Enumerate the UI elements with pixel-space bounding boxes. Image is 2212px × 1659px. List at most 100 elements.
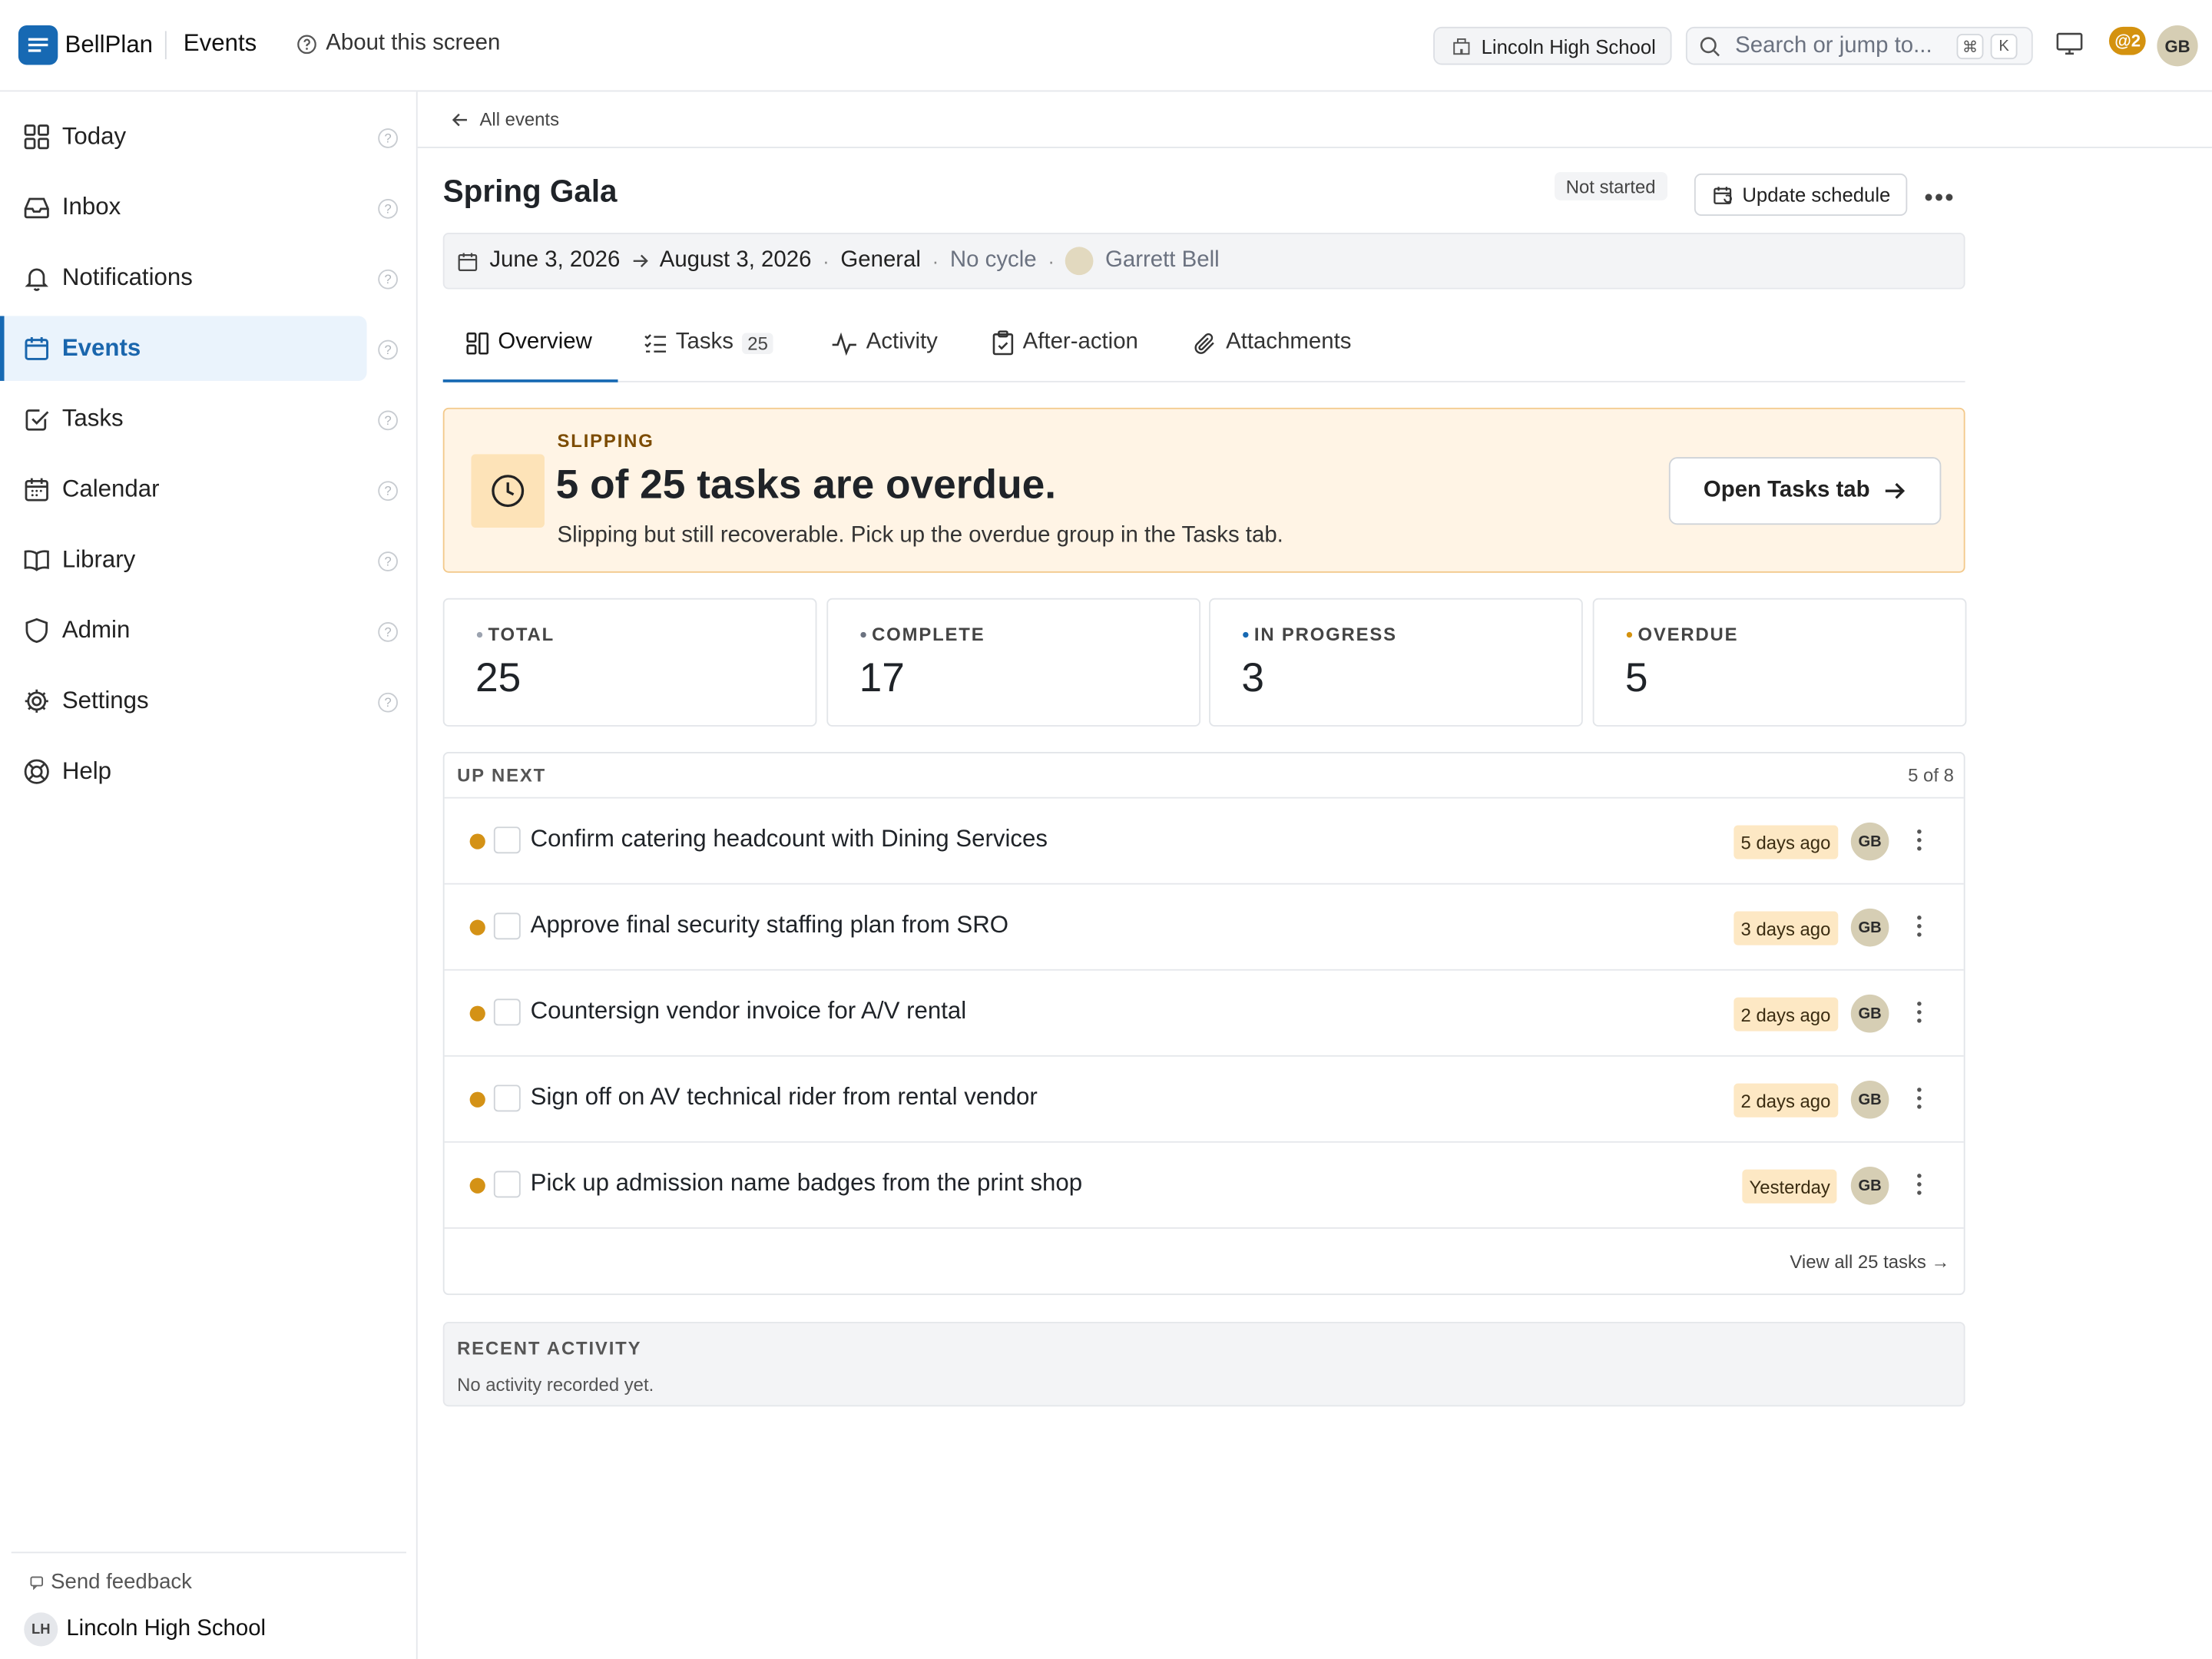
recent-activity-panel: RECENT ACTIVITY No activity recorded yet… <box>442 1322 1965 1407</box>
paperclip-icon <box>1194 332 1214 353</box>
task-checkbox[interactable] <box>493 998 521 1026</box>
section-title: RECENT ACTIVITY <box>457 1337 642 1359</box>
stat-label-text: IN PROGRESS <box>1253 623 1397 645</box>
table-row[interactable]: Pick up admission name badges from the p… <box>444 1143 1964 1229</box>
sidebar-item-today[interactable]: Today <box>5 104 367 169</box>
sidebar-item-events[interactable]: Events <box>0 316 367 381</box>
due-badge: 2 days ago <box>1734 1083 1838 1118</box>
search-input[interactable]: Search or jump to... ⌘ K <box>1685 26 2033 65</box>
sidebar-item-calendar[interactable]: Calendar <box>5 457 367 522</box>
help-hint-icon[interactable]: ? <box>378 410 398 431</box>
calendar-icon <box>25 336 48 360</box>
row-more-icon[interactable] <box>1917 1174 1922 1199</box>
sidebar-item-label: Admin <box>61 616 131 644</box>
task-title[interactable]: Confirm catering headcount with Dining S… <box>531 825 1048 853</box>
stat-dot <box>476 631 483 637</box>
event-category[interactable]: General <box>840 248 921 273</box>
sidebar-item-notifications[interactable]: Notifications <box>5 246 367 310</box>
table-row[interactable]: Countersign vendor invoice for A/V renta… <box>444 971 1964 1057</box>
task-checkbox[interactable] <box>493 826 521 854</box>
row-more-icon[interactable] <box>1917 916 1922 941</box>
view-all-tasks-link[interactable]: View all 25 tasks → <box>1790 1251 1949 1273</box>
sidebar-item-settings[interactable]: Settings <box>5 669 367 733</box>
help-hint-icon[interactable]: ? <box>378 198 398 219</box>
row-more-icon[interactable] <box>1917 1002 1922 1027</box>
sidebar-item-label: Events <box>61 334 141 362</box>
section-title: UP NEXT <box>457 764 547 786</box>
assignee-avatar[interactable]: GB <box>1850 822 1889 861</box>
row-more-icon[interactable] <box>1917 830 1922 855</box>
app-root: BellPlan Events About this screen Lincol… <box>0 0 2212 1659</box>
kbd-k: K <box>1990 34 2018 60</box>
help-hint-icon[interactable]: ? <box>378 269 398 290</box>
school-switcher[interactable]: Lincoln High School <box>1433 26 1672 65</box>
event-cycle[interactable]: No cycle <box>950 248 1037 273</box>
logo-icon[interactable] <box>18 25 58 65</box>
stat-card-overdue: OVERDUE 5 <box>1592 598 1967 727</box>
help-hint-icon[interactable]: ? <box>378 551 398 571</box>
task-checkbox[interactable] <box>493 912 521 940</box>
update-schedule-button[interactable]: Update schedule <box>1694 173 1908 217</box>
send-feedback-link[interactable]: Send feedback <box>30 1570 192 1594</box>
help-hint-icon[interactable]: ? <box>378 692 398 713</box>
stat-card-in-progress: IN PROGRESS 3 <box>1209 598 1583 727</box>
tab-overview[interactable]: Overview <box>465 330 592 356</box>
task-checkbox[interactable] <box>493 1084 521 1112</box>
help-hint-icon[interactable]: ? <box>378 622 398 642</box>
help-hint-icon[interactable]: ? <box>378 128 398 148</box>
workspace-avatar: LH <box>24 1612 58 1647</box>
task-title[interactable]: Approve final security staffing plan fro… <box>531 912 1008 940</box>
activity-pulse-icon <box>832 331 856 355</box>
assignee-avatar[interactable]: GB <box>1850 994 1889 1033</box>
display-icon[interactable] <box>2055 31 2084 63</box>
due-badge: 5 days ago <box>1734 825 1838 859</box>
due-badge: 3 days ago <box>1734 911 1838 945</box>
tab-after-action[interactable]: After-action <box>992 330 1138 356</box>
task-title[interactable]: Sign off on AV technical rider from rent… <box>531 1084 1038 1112</box>
calendar-grid-icon <box>25 478 48 502</box>
stat-label: OVERDUE <box>1626 624 1739 644</box>
tab-activity[interactable]: Activity <box>831 330 938 356</box>
help-hint-icon[interactable]: ? <box>378 481 398 502</box>
app-name[interactable]: BellPlan <box>65 31 153 59</box>
tab-tasks[interactable]: Tasks 25 <box>644 330 774 356</box>
end-date[interactable]: August 3, 2026 <box>660 248 812 273</box>
task-title[interactable]: Countersign vendor invoice for A/V renta… <box>531 998 967 1026</box>
sidebar-item-tasks[interactable]: Tasks <box>5 386 367 451</box>
mentions-badge[interactable]: @2 <box>2108 26 2147 55</box>
help-circle-icon <box>297 34 316 54</box>
event-owner[interactable]: Garrett Bell <box>1105 248 1220 273</box>
sidebar-item-help[interactable]: Help <box>5 739 367 803</box>
back-to-events-link[interactable]: All events <box>452 108 559 130</box>
table-row[interactable]: Approve final security staffing plan fro… <box>444 885 1964 971</box>
overdue-dot <box>469 1005 485 1022</box>
tab-attachments[interactable]: Attachments <box>1194 330 1351 356</box>
sidebar-item-library[interactable]: Library <box>5 528 367 592</box>
assignee-avatar[interactable]: GB <box>1850 1080 1889 1119</box>
building-icon <box>1453 38 1470 55</box>
more-actions-button[interactable]: ••• <box>1924 184 1955 214</box>
grid-icon <box>24 124 49 150</box>
assignee-avatar[interactable]: GB <box>1850 908 1889 947</box>
task-title[interactable]: Pick up admission name badges from the p… <box>531 1170 1083 1198</box>
sidebar-divider <box>11 1551 406 1554</box>
sidebar-item-label: Notifications <box>61 263 193 291</box>
help-hint-icon[interactable]: ? <box>378 339 398 360</box>
start-date[interactable]: June 3, 2026 <box>489 248 620 273</box>
alert-headline: 5 of 25 tasks are overdue. <box>555 462 1057 508</box>
arrow-left-icon <box>452 113 467 126</box>
stat-dot <box>1626 631 1633 637</box>
bell-icon <box>25 268 49 291</box>
task-checkbox[interactable] <box>493 1171 521 1198</box>
row-more-icon[interactable] <box>1917 1088 1922 1113</box>
sidebar-item-inbox[interactable]: Inbox <box>5 175 367 240</box>
workspace-switcher[interactable]: LH Lincoln High School <box>24 1612 266 1647</box>
table-row[interactable]: Confirm catering headcount with Dining S… <box>444 799 1964 885</box>
sidebar-item-admin[interactable]: Admin <box>5 598 367 663</box>
open-tasks-tab-button[interactable]: Open Tasks tab <box>1668 457 1942 525</box>
assignee-avatar[interactable]: GB <box>1850 1166 1889 1205</box>
gear-icon <box>25 689 48 713</box>
table-row[interactable]: Sign off on AV technical rider from rent… <box>444 1057 1964 1143</box>
about-screen-link[interactable]: About this screen <box>296 31 500 56</box>
user-avatar[interactable]: GB <box>2157 25 2198 67</box>
